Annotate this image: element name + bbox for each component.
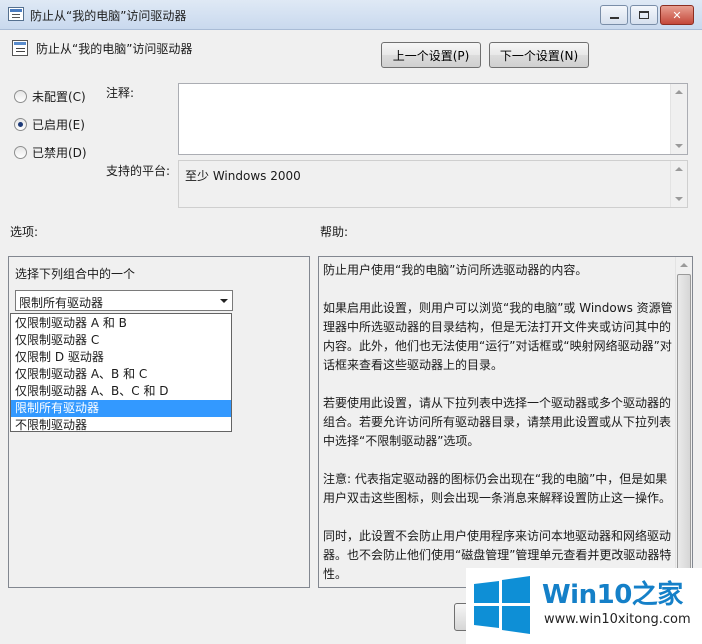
help-panel: 防止用户使用“我的电脑”访问所选驱动器的内容。 如果启用此设置，则用户可以浏览“… — [318, 256, 693, 588]
dropdown-option[interactable]: 仅限制驱动器 C — [11, 332, 231, 349]
radio-enabled-circle[interactable] — [14, 118, 27, 131]
help-paragraph: 防止用户使用“我的电脑”访问所选驱动器的内容。 — [323, 263, 588, 277]
dropdown-option[interactable]: 不限制驱动器 — [11, 417, 231, 434]
drive-restriction-value: 限制所有驱动器 — [19, 296, 104, 310]
watermark: Win10之家 www.win10xitong.com — [466, 568, 702, 644]
help-label: 帮助: — [320, 225, 349, 239]
radio-not-configured-circle[interactable] — [14, 90, 27, 103]
comment-label: 注释: — [106, 86, 135, 100]
radio-enabled[interactable]: 已启用(E) — [14, 116, 85, 133]
window-title: 防止从“我的电脑”访问驱动器 — [30, 9, 187, 23]
setting-icon — [12, 40, 28, 56]
next-setting-button[interactable]: 下一个设置(N) — [489, 42, 589, 68]
dropdown-option[interactable]: 仅限制 D 驱动器 — [11, 349, 231, 366]
dropdown-option[interactable]: 仅限制驱动器 A、B 和 C — [11, 366, 231, 383]
scroll-thumb[interactable] — [677, 274, 691, 570]
scroll-down-icon[interactable] — [675, 144, 683, 148]
minimize-icon — [609, 17, 619, 19]
scroll-up-icon[interactable] — [675, 167, 683, 171]
previous-setting-button[interactable]: 上一个设置(P) — [381, 42, 481, 68]
platform-field: 至少 Windows 2000 — [178, 160, 688, 208]
comment-scrollbar[interactable] — [670, 84, 687, 154]
help-paragraph: 注意: 代表指定驱动器的图标仍会出现在“我的电脑”中，但是如果用户双击这些图标，… — [323, 472, 672, 505]
drive-restriction-select[interactable]: 限制所有驱动器 — [15, 290, 233, 311]
maximize-icon — [639, 11, 649, 19]
scroll-up-icon[interactable] — [675, 90, 683, 94]
comment-textarea[interactable] — [178, 83, 688, 155]
radio-disabled-label: 已禁用(D) — [32, 146, 87, 160]
minimize-button[interactable] — [600, 5, 628, 25]
scroll-up-icon[interactable] — [680, 263, 688, 267]
help-text: 防止用户使用“我的电脑”访问所选驱动器的内容。 如果启用此设置，则用户可以浏览“… — [323, 261, 673, 603]
close-icon: ✕ — [672, 8, 682, 22]
drive-restriction-dropdown: 仅限制驱动器 A 和 B 仅限制驱动器 C 仅限制 D 驱动器 仅限制驱动器 A… — [10, 313, 232, 432]
scroll-down-icon[interactable] — [675, 197, 683, 201]
radio-disabled[interactable]: 已禁用(D) — [14, 144, 87, 161]
policy-icon — [8, 7, 24, 21]
chevron-down-icon[interactable] — [220, 299, 228, 303]
watermark-title: Win10之家 — [542, 580, 683, 610]
watermark-url: www.win10xitong.com — [544, 612, 691, 627]
help-paragraph: 若要使用此设置，请从下拉列表中选择一个驱动器或多个驱动器的组合。若要允许访问所有… — [323, 396, 672, 448]
dropdown-option-selected[interactable]: 限制所有驱动器 — [11, 400, 231, 417]
options-label: 选项: — [10, 225, 39, 239]
setting-title: 防止从“我的电脑”访问驱动器 — [36, 42, 193, 56]
windows-logo-icon — [474, 576, 530, 634]
help-scrollbar[interactable] — [675, 257, 692, 587]
title-bar: 防止从“我的电脑”访问驱动器 ✕ — [0, 0, 702, 30]
maximize-button[interactable] — [630, 5, 658, 25]
platform-scrollbar[interactable] — [670, 161, 687, 207]
radio-not-configured-label: 未配置(C) — [32, 90, 86, 104]
radio-not-configured[interactable]: 未配置(C) — [14, 88, 86, 105]
platform-value: 至少 Windows 2000 — [185, 169, 301, 183]
radio-disabled-circle[interactable] — [14, 146, 27, 159]
dropdown-option[interactable]: 仅限制驱动器 A 和 B — [11, 315, 231, 332]
radio-enabled-label: 已启用(E) — [32, 118, 85, 132]
help-paragraph: 如果启用此设置，则用户可以浏览“我的电脑”或 Windows 资源管理器中所选驱… — [323, 301, 673, 372]
choose-combination-label: 选择下列组合中的一个 — [15, 267, 136, 281]
close-button[interactable]: ✕ — [660, 5, 694, 25]
dropdown-option[interactable]: 仅限制驱动器 A、B、C 和 D — [11, 383, 231, 400]
platform-label: 支持的平台: — [106, 164, 171, 178]
